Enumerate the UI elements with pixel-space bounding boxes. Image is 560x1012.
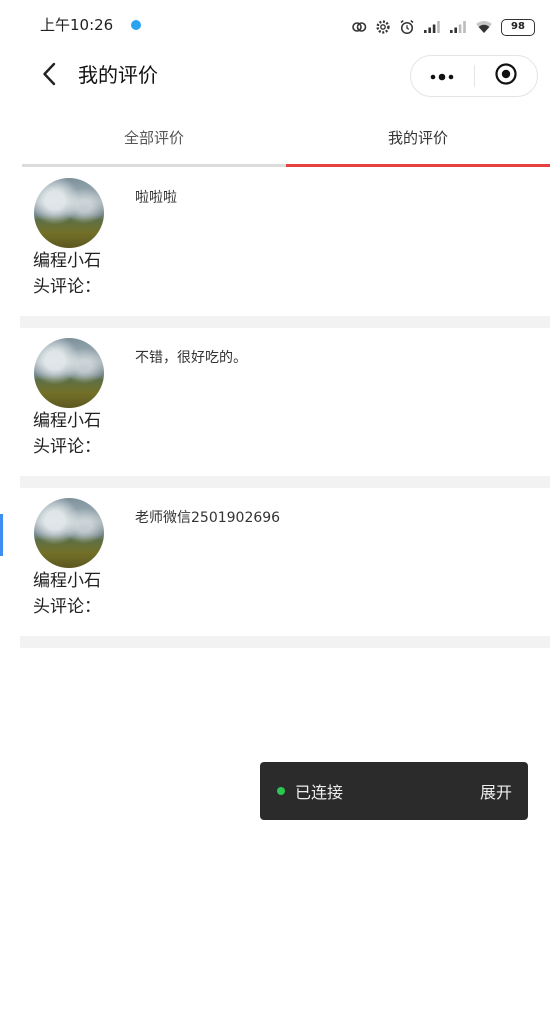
tab-label: 全部评价: [123, 129, 184, 147]
connected-status-dot: [277, 787, 285, 795]
list-item: 编程小石头评论： 不错，很好吃的。: [20, 328, 550, 488]
nav-bar: 我的评价: [0, 50, 560, 102]
signal-icon: [423, 20, 441, 34]
connection-toast: 已连接 展开: [260, 762, 528, 820]
back-button[interactable]: [36, 60, 62, 92]
more-button[interactable]: [411, 56, 474, 96]
expand-button[interactable]: 展开: [480, 779, 512, 803]
avatar: [34, 338, 104, 408]
tab-my-reviews[interactable]: 我的评价: [286, 112, 550, 167]
comment-text: 老师微信2501902696: [135, 510, 281, 526]
comment-list: 编程小石头评论： 啦啦啦 编程小石头评论： 不错，很好吃的。 编程小石头评论： …: [20, 168, 550, 648]
status-time: 上午10:26: [40, 16, 114, 34]
tab-all-reviews[interactable]: 全部评价: [22, 112, 286, 167]
status-icons: 98: [351, 16, 535, 38]
wifi-icon: [475, 20, 493, 34]
battery-level: 98: [511, 21, 525, 32]
page-title: 我的评价: [78, 63, 158, 87]
battery-icon: 98: [501, 18, 535, 36]
comment-text: 啦啦啦: [135, 190, 177, 206]
list-item: 编程小石头评论： 啦啦啦: [20, 168, 550, 328]
avatar: [34, 178, 104, 248]
target-icon: [494, 62, 518, 90]
back-arrow-icon: [42, 62, 56, 90]
alarm-icon: [399, 19, 415, 35]
tab-label: 我的评价: [387, 129, 448, 147]
gear-icon: [375, 19, 391, 35]
link-icon: [351, 19, 367, 35]
comment-author: 编程小石头评论：: [33, 411, 101, 457]
author-column: 编程小石头评论：: [33, 178, 105, 300]
connection-status: 已连接: [295, 783, 344, 802]
comment-author: 编程小石头评论：: [33, 571, 101, 617]
exit-button[interactable]: [475, 56, 538, 96]
tab-bar: 全部评价 我的评价: [22, 112, 550, 167]
comment-text: 不错，很好吃的。: [135, 350, 247, 366]
signal-icon: [449, 20, 467, 34]
notification-dot: [131, 20, 141, 30]
more-dots-icon: [429, 67, 455, 86]
author-column: 编程小石头评论：: [33, 338, 105, 460]
status-bar: 上午10:26 98: [0, 0, 560, 50]
author-column: 编程小石头评论：: [33, 498, 105, 620]
edge-indicator: [0, 514, 3, 556]
comment-author: 编程小石头评论：: [33, 251, 101, 297]
mini-program-capsule: [410, 55, 538, 97]
avatar: [34, 498, 104, 568]
list-item: 编程小石头评论： 老师微信2501902696: [20, 488, 550, 648]
